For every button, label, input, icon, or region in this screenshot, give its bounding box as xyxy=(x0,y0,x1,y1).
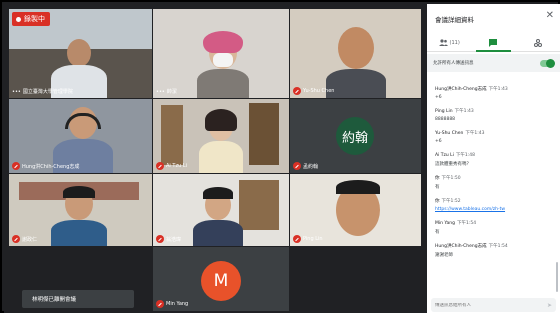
chat-message: Ai Tzu Li 下午1:48 這款體重秀有嗎？ xyxy=(435,152,553,167)
participant-name: Ai Tzu Li xyxy=(166,163,188,169)
avatar: M xyxy=(201,261,241,301)
chat-message: 你下午1:52 https://www.tableau.com/zh-tw xyxy=(435,198,553,212)
message-time: 下午1:54 xyxy=(457,221,477,226)
left-meeting-toast: 林明傑已離開會議 xyxy=(22,290,134,308)
chat-scrollbar[interactable] xyxy=(556,262,558,292)
message-time: 下午1:54 xyxy=(488,244,508,249)
participant-name: 翁浩瑋 xyxy=(166,236,182,243)
message-link[interactable]: https://www.tableau.com/zh-tw xyxy=(435,207,553,212)
message-text: 謝謝老師 xyxy=(435,252,453,258)
mic-off-icon xyxy=(156,300,164,308)
mic-off-icon xyxy=(156,162,164,170)
message-sender: 你 xyxy=(435,176,440,181)
chat-message: 你下午1:50 有 xyxy=(435,175,553,190)
toggle-label: 允許所有人傳送訊息 xyxy=(433,61,474,66)
message-sender: Hung洪Chih-Cheng志成 xyxy=(435,87,487,92)
chat-message: Hung洪Chih-Cheng志成 下午1:54 謝謝老師 xyxy=(435,243,553,258)
meeting-details-panel: 會議詳細資料 ✕ (11) 允許所有人傳送訊息 Hung洪Chih-Cheng志… xyxy=(427,4,560,313)
message-time: 下午1:43 xyxy=(465,131,485,136)
participant-tile[interactable]: Ping Lin xyxy=(290,174,421,246)
participant-name: 謝政仁 xyxy=(22,236,38,243)
message-sender: 你 xyxy=(435,199,440,204)
message-sender: Ai Tzu Li xyxy=(435,153,454,158)
chat-message: Min Yang 下午1:54 有 xyxy=(435,220,553,235)
participant-tile[interactable]: Hung洪Chih-Cheng志成 xyxy=(9,99,152,173)
tab-activities[interactable] xyxy=(516,34,560,51)
activities-icon xyxy=(533,38,542,47)
message-time: 下午1:48 xyxy=(455,153,476,158)
mic-off-icon xyxy=(293,162,301,170)
participant-tile[interactable]: Yu-Shu Chen xyxy=(290,9,421,98)
participant-tile[interactable]: 謝政仁 xyxy=(9,174,152,246)
chat-input[interactable] xyxy=(435,302,547,308)
allow-messages-row: 允許所有人傳送訊息 xyxy=(427,54,560,72)
meet-window: 錄製中 ••• 國立臺灣大學管理學院 ••• 帥潔 Yu-Shu Chen Hu… xyxy=(0,0,560,313)
record-dot-icon xyxy=(16,16,21,22)
panel-title: 會議詳細資料 xyxy=(435,16,474,24)
recording-label: 錄製中 xyxy=(24,15,45,23)
message-time: 下午1:43 xyxy=(454,109,474,114)
mic-off-icon xyxy=(293,235,301,243)
participant-tile[interactable]: 翁浩瑋 xyxy=(153,174,289,246)
mic-off-icon xyxy=(156,235,164,243)
send-icon[interactable]: ➤ xyxy=(547,302,552,309)
message-text: +6 xyxy=(435,94,442,100)
message-text: 有 xyxy=(435,184,440,190)
participant-name: Hung洪Chih-Cheng志成 xyxy=(22,163,80,170)
message-text: 8888888 xyxy=(435,116,456,122)
message-text: 有 xyxy=(435,229,440,235)
message-sender: Ping Lin xyxy=(435,109,453,114)
participant-tile[interactable]: Ai Tzu Li xyxy=(153,99,289,173)
chat-message: Ping Lin 下午1:43 8888888 xyxy=(435,108,553,122)
message-time: 下午1:52 xyxy=(441,199,461,204)
participant-name: 孟約翰 xyxy=(303,163,319,170)
close-icon[interactable]: ✕ xyxy=(546,11,554,21)
mic-off-icon xyxy=(12,162,20,170)
chat-message: Yu-Shu Chen 下午1:43 +6 xyxy=(435,130,553,144)
allow-messages-toggle[interactable] xyxy=(540,58,555,68)
more-options-icon[interactable]: ••• xyxy=(156,89,165,95)
participant-tile[interactable]: M Min Yang xyxy=(153,247,289,311)
participant-name: 國立臺灣大學管理學院 xyxy=(22,89,73,95)
tab-chat[interactable] xyxy=(471,34,515,52)
participant-tile[interactable]: 約翰 孟約翰 xyxy=(290,99,421,173)
mic-off-icon xyxy=(12,235,20,243)
chat-compose: ➤ xyxy=(431,298,556,312)
participant-tile[interactable]: ••• 帥潔 xyxy=(153,9,289,98)
chat-message: Hung洪Chih-Cheng志成 下午1:43 +6 xyxy=(435,86,553,100)
video-grid: 錄製中 ••• 國立臺灣大學管理學院 ••• 帥潔 Yu-Shu Chen Hu… xyxy=(4,4,427,313)
tab-people[interactable]: (11) xyxy=(427,34,471,51)
participant-name: 帥潔 xyxy=(166,89,177,95)
chat-messages: Hung洪Chih-Cheng志成 下午1:43 +6 Ping Lin 下午1:4… xyxy=(435,86,553,266)
message-sender: Yu-Shu Chen xyxy=(435,131,464,136)
recording-badge: 錄製中 xyxy=(12,12,50,26)
panel-tabs: (11) xyxy=(427,34,560,52)
participant-name: Min Yang xyxy=(166,301,189,307)
participant-name: Yu-Shu Chen xyxy=(303,88,335,94)
people-icon xyxy=(438,39,448,46)
message-sender: Hung洪Chih-Cheng志成 xyxy=(435,244,487,249)
message-text: 這款體重秀有嗎？ xyxy=(435,161,471,167)
more-options-icon[interactable]: ••• xyxy=(12,89,21,95)
message-sender: Min Yang xyxy=(435,221,456,226)
participant-name: Ping Lin xyxy=(303,236,323,242)
message-time: 下午1:50 xyxy=(441,176,461,181)
message-text: +6 xyxy=(435,138,442,144)
participant-count: (11) xyxy=(449,39,460,46)
message-time: 下午1:43 xyxy=(488,87,508,92)
mic-off-icon xyxy=(293,87,301,95)
avatar: 約翰 xyxy=(336,117,374,155)
chat-icon xyxy=(489,38,498,47)
